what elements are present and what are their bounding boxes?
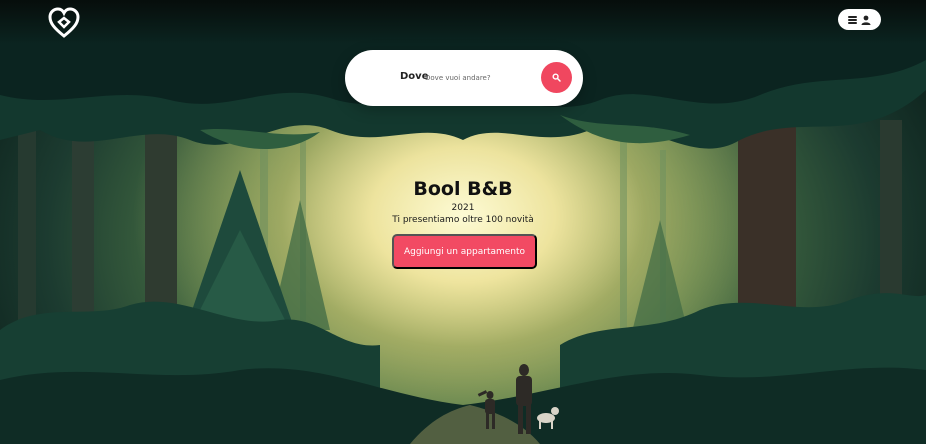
hero-title: Bool B&B xyxy=(413,178,513,200)
hamburger-icon xyxy=(848,15,857,24)
heart-logo-icon[interactable] xyxy=(47,6,81,40)
user-menu-button[interactable] xyxy=(838,9,881,30)
search-input[interactable] xyxy=(425,72,530,84)
hero-year: 2021 xyxy=(451,203,475,213)
top-navbar xyxy=(0,0,926,44)
add-apartment-button[interactable]: Aggiungi un appartamento xyxy=(392,234,537,269)
search-button[interactable] xyxy=(541,62,572,93)
search-icon xyxy=(552,73,561,82)
user-icon xyxy=(861,15,871,25)
search-bar: Dove xyxy=(345,50,583,106)
hero-subtitle: Ti presentiamo oltre 100 novità xyxy=(392,215,534,225)
